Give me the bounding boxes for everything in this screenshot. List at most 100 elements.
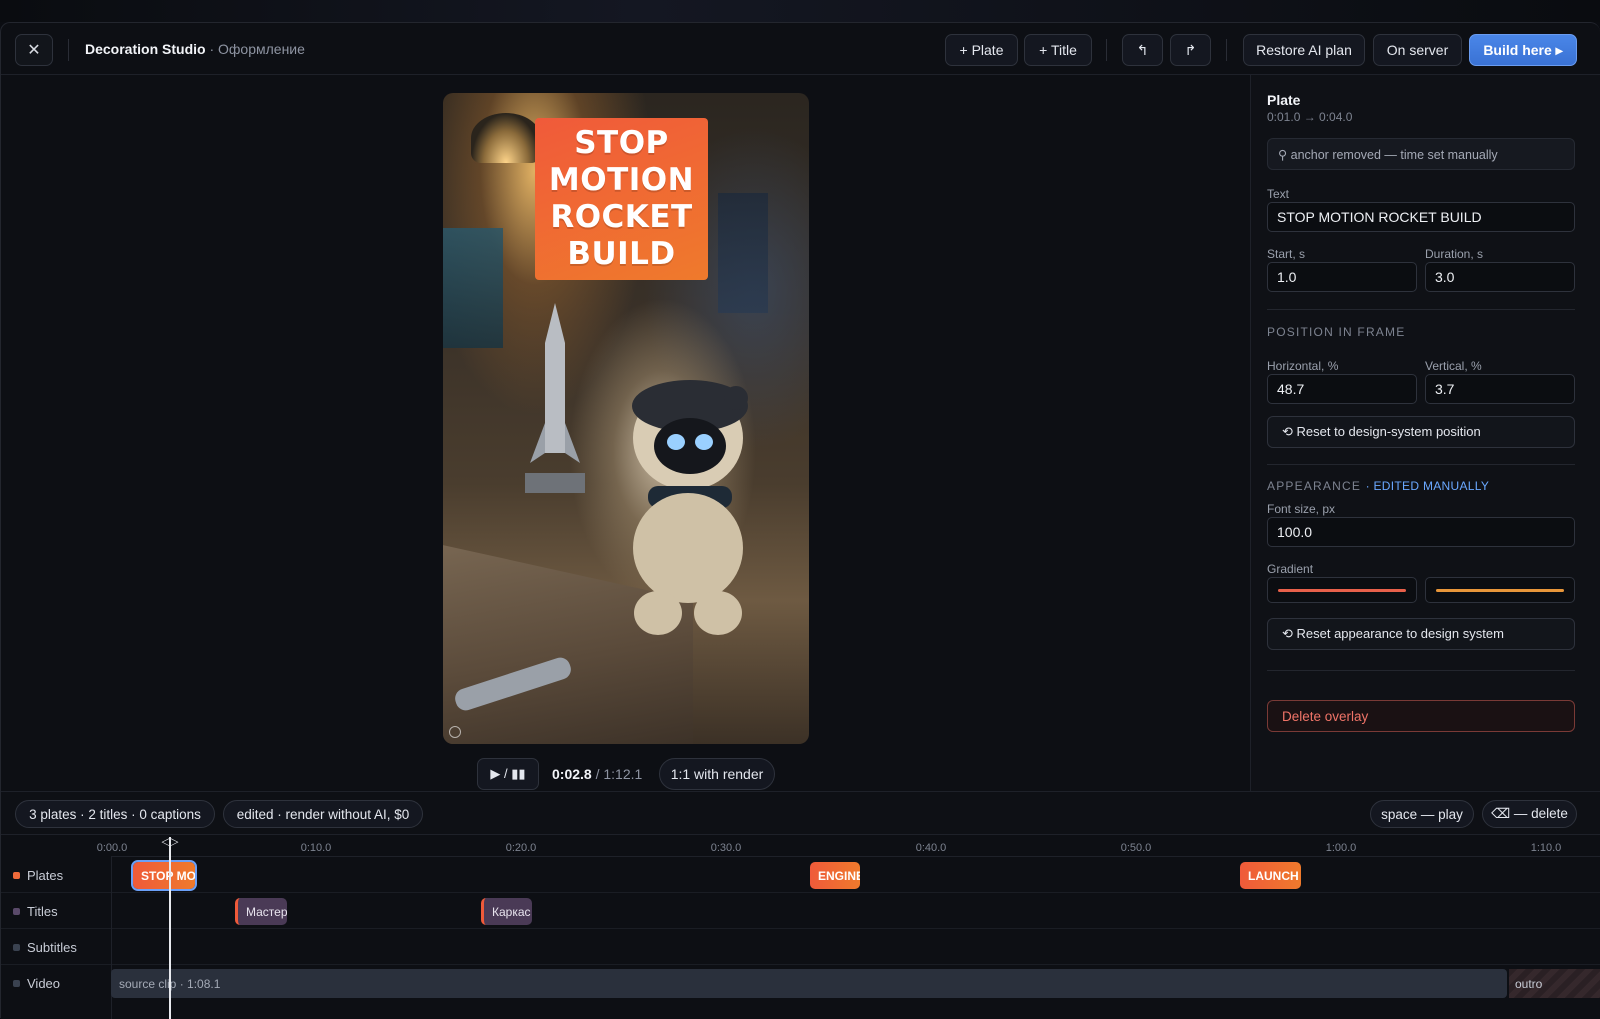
playhead-handle-icon[interactable]: ◁▷: [159, 835, 181, 849]
redo-button[interactable]: ↱: [1170, 34, 1211, 66]
plate-clip[interactable]: STOP MO: [131, 860, 197, 891]
on-server-button[interactable]: On server: [1373, 34, 1462, 66]
undo-button[interactable]: ↰: [1122, 34, 1163, 66]
render-ratio-button[interactable]: 1:1 with render: [659, 758, 775, 790]
render-state-badge: edited · render without AI, $0: [223, 800, 423, 828]
studio-window: ✕ Decoration Studio · Оформление + Plate…: [0, 22, 1600, 1019]
duration-label: Duration, s: [1425, 247, 1484, 261]
plate-line: ROCKET: [550, 199, 693, 235]
gradient-end-color: [1436, 589, 1564, 592]
track-label-text: Video: [27, 976, 61, 991]
track-label-video: Video: [13, 976, 60, 991]
restore-ai-plan-button[interactable]: Restore AI plan: [1243, 34, 1365, 66]
total-time: / 1:12.1: [595, 766, 643, 782]
ruler-tick: 0:20.0: [505, 842, 537, 854]
header-divider: [1106, 39, 1107, 61]
lamp-illustration: [471, 113, 541, 163]
title-clip[interactable]: Мастер: [235, 898, 287, 925]
inspector-time-range: 0:01.0 → 0:04.0: [1267, 110, 1353, 124]
anchor-note: ⚲ anchor removed — time set manually: [1267, 138, 1575, 170]
window-backdrop: [0, 0, 1600, 22]
text-field[interactable]: STOP MOTION ROCKET BUILD: [1267, 202, 1575, 232]
gradient-end-swatch[interactable]: [1425, 577, 1575, 603]
vertical-label: Vertical, %: [1425, 359, 1482, 373]
title-clip[interactable]: Каркас: [481, 898, 532, 925]
ruler-tick: 0:10.0: [300, 842, 332, 854]
start-field[interactable]: 1.0: [1267, 262, 1417, 292]
ruler-tick: 0:00.0: [96, 842, 128, 854]
plate-line: BUILD: [567, 236, 676, 272]
track-label-text: Plates: [27, 868, 64, 883]
ruler-tick: 0:50.0: [1120, 842, 1152, 854]
close-button[interactable]: ✕: [15, 34, 53, 66]
current-time: 0:02.8: [552, 766, 592, 782]
ruler-tick: 1:00.0: [1325, 842, 1357, 854]
gradient-start-color: [1278, 589, 1406, 592]
plates-dot-icon: [13, 872, 20, 879]
robot-illustration: [632, 380, 748, 635]
text-label: Text: [1267, 187, 1290, 201]
overlay-counts-badge: 3 plates · 2 titles · 0 captions: [15, 800, 215, 828]
ruler-tick: 0:40.0: [915, 842, 947, 854]
ruler-tick: 0:30.0: [710, 842, 742, 854]
duration-field[interactable]: 3.0: [1425, 262, 1575, 292]
subtitles-dot-icon: [13, 944, 20, 951]
appearance-section-title: APPEARANCE · EDITED MANUALLY: [1267, 479, 1489, 493]
plate-line: STOP: [574, 125, 669, 161]
add-title-button[interactable]: + Title: [1024, 34, 1092, 66]
plate-clip[interactable]: ENGINE: [810, 862, 860, 889]
plate-overlay[interactable]: STOP MOTION ROCKET BUILD: [535, 118, 708, 280]
app-subtitle: · Оформление: [209, 41, 305, 57]
track-label-text: Titles: [27, 904, 58, 919]
window-illustration: [718, 193, 768, 313]
playhead[interactable]: [169, 837, 171, 1019]
rocket-illustration: [525, 303, 585, 493]
time-ruler[interactable]: 0:00.0 0:10.0 0:20.0 0:30.0 0:40.0 0:50.…: [97, 835, 1600, 857]
section-divider: [1267, 309, 1575, 310]
build-here-button[interactable]: Build here ▸: [1469, 34, 1577, 66]
video-preview[interactable]: STOP MOTION ROCKET BUILD: [443, 93, 809, 744]
gradient-start-swatch[interactable]: [1267, 577, 1417, 603]
titles-dot-icon: [13, 908, 20, 915]
monitor-illustration: [443, 228, 503, 348]
font-size-field[interactable]: 100.0: [1267, 517, 1575, 547]
info-icon: [449, 726, 461, 738]
plate-overlay-text: STOP MOTION ROCKET BUILD: [549, 125, 694, 273]
track-subtitles: [1, 930, 1600, 965]
delete-overlay-button[interactable]: Delete overlay: [1267, 700, 1575, 732]
horizontal-label: Horizontal, %: [1267, 359, 1339, 373]
inspector-heading: Plate: [1267, 92, 1301, 108]
start-label: Start, s: [1267, 247, 1306, 261]
video-clip[interactable]: source clip · 1:08.1: [111, 969, 1507, 998]
reset-position-button[interactable]: ⟲ Reset to design-system position: [1267, 416, 1575, 448]
add-plate-button[interactable]: + Plate: [945, 34, 1018, 66]
inspector-panel: Plate 0:01.0 → 0:04.0 ⚲ anchor removed —…: [1250, 75, 1600, 791]
timecode: 0:02.8 / 1:12.1: [552, 766, 642, 782]
outro-clip[interactable]: outro: [1509, 969, 1600, 998]
appearance-heading: APPEARANCE: [1267, 479, 1362, 493]
ruler-tick: 1:10.0: [1530, 842, 1562, 854]
status-strip: 3 plates · 2 titles · 0 captions edited …: [1, 791, 1600, 835]
header-divider: [68, 39, 69, 61]
vertical-field[interactable]: 3.7: [1425, 374, 1575, 404]
section-divider: [1267, 670, 1575, 671]
plate-line: MOTION: [548, 162, 695, 198]
app-name: Decoration Studio: [85, 41, 206, 57]
play-pause-button[interactable]: ▶ / ▮▮: [477, 758, 539, 790]
gradient-label: Gradient: [1267, 562, 1314, 576]
track-label-plates: Plates: [13, 868, 63, 883]
edited-manually-badge: · EDITED MANUALLY: [1365, 479, 1490, 493]
page-title: Decoration Studio · Оформление: [85, 41, 305, 57]
horizontal-field[interactable]: 48.7: [1267, 374, 1417, 404]
delete-shortcut-hint: ⌫ — delete: [1482, 800, 1577, 828]
font-size-label: Font size, px: [1267, 502, 1336, 516]
section-divider: [1267, 464, 1575, 465]
header-bar: ✕ Decoration Studio · Оформление + Plate…: [1, 23, 1600, 75]
plate-clip[interactable]: LAUNCH: [1240, 862, 1301, 889]
track-label-text: Subtitles: [27, 940, 77, 955]
header-divider: [1226, 39, 1227, 61]
play-shortcut-hint: space — play: [1370, 800, 1474, 828]
reset-appearance-button[interactable]: ⟲ Reset appearance to design system: [1267, 618, 1575, 650]
track-label-titles: Titles: [13, 904, 58, 919]
timeline: 0:00.0 0:10.0 0:20.0 0:30.0 0:40.0 0:50.…: [1, 835, 1600, 1019]
